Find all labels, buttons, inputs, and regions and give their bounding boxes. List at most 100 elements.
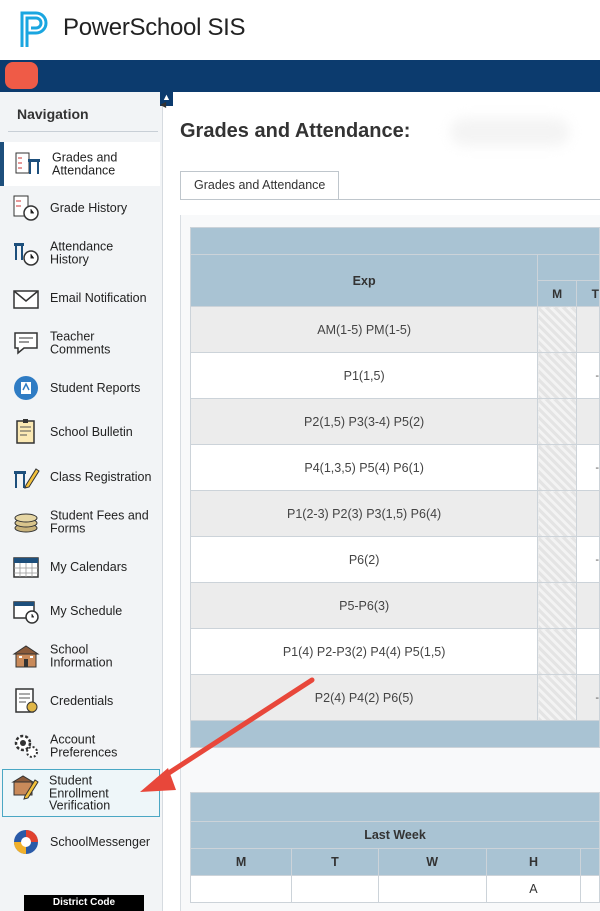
- nav-heading: Navigation: [17, 106, 89, 122]
- sidebar-item-school-information[interactable]: School Information: [2, 634, 158, 678]
- exp-cell[interactable]: P1(4) P2-P3(2) P4(4) P5(1,5): [189, 628, 539, 675]
- sidebar-item-label: My Schedule: [50, 603, 123, 618]
- sidebar-item-grades-attendance[interactable]: Grades and Attendance: [0, 142, 160, 186]
- preferences-icon: [14, 734, 38, 758]
- sidebar-item-label: My Calendars: [50, 559, 128, 574]
- attendance-table: Exp M T AM(1-5) PM(1-5) P1(1,5) - P2(1,5)…: [189, 227, 600, 748]
- exp-cell[interactable]: P1(1,5): [189, 352, 539, 399]
- t-cell: [576, 582, 600, 629]
- school-icon: [12, 645, 40, 668]
- exp-cell[interactable]: AM(1-5) PM(1-5): [189, 306, 539, 353]
- sidebar-item-label: Grade History: [50, 200, 128, 215]
- table-row: P2(4) P4(2) P6(5) -: [189, 674, 600, 721]
- sidebar-item-teacher-comments[interactable]: Teacher Comments: [2, 321, 158, 365]
- top-nav-bar: [0, 60, 600, 92]
- page-title: Grades and Attendance:: [180, 120, 411, 142]
- sidebar-item-label: Class Registration: [50, 469, 152, 484]
- sidebar-item-label: SchoolMessenger: [50, 834, 151, 849]
- exp-header: Exp: [189, 254, 539, 307]
- hatch-cell: [537, 444, 578, 491]
- reports-icon: [14, 376, 38, 400]
- sidebar-item-schoolmessenger[interactable]: SchoolMessenger: [2, 820, 158, 864]
- sidebar-item-attendance-history[interactable]: Attendance History: [2, 231, 158, 275]
- sidebar-item-label: Attendance History: [50, 239, 114, 266]
- sidebar-item-my-calendars[interactable]: My Calendars: [2, 545, 158, 589]
- sidebar-item-label: Email Notification: [50, 290, 147, 305]
- exp-cell[interactable]: P4(1,3,5) P5(4) P6(1): [189, 444, 539, 491]
- lw-day-header-m: M: [189, 848, 293, 876]
- district-code-label: District Code: [24, 895, 144, 911]
- redacted-student-name: [450, 118, 570, 146]
- enrollment-icon: [11, 775, 39, 800]
- t-cell: -: [576, 536, 600, 583]
- exp-cell[interactable]: P6(2): [189, 536, 539, 583]
- lw-cell-f[interactable]: [580, 875, 600, 903]
- collapse-arrow-icon[interactable]: ◀: [160, 100, 166, 109]
- sidebar-item-my-schedule[interactable]: My Schedule: [2, 589, 158, 633]
- sidebar-item-label: Student Fees and Forms: [50, 508, 149, 535]
- exp-cell[interactable]: P2(1,5) P3(3-4) P5(2): [189, 398, 539, 445]
- sidebar-item-label: Grades and Attendance: [52, 150, 118, 177]
- lw-cell-m[interactable]: [189, 875, 293, 903]
- table-row: P4(1,3,5) P5(4) P6(1) -: [189, 444, 600, 491]
- exp-cell[interactable]: P5-P6(3): [189, 582, 539, 629]
- tab-grades-attendance[interactable]: Grades and Attendance: [180, 171, 340, 200]
- day-header-m: M: [537, 280, 578, 307]
- lw-day-header-t: T: [291, 848, 379, 876]
- lw-day-header-h: H: [485, 848, 582, 876]
- sidebar-item-account-preferences[interactable]: Account Preferences: [2, 724, 158, 768]
- registration-icon: [14, 468, 40, 489]
- lw-cell-t[interactable]: [291, 875, 379, 903]
- sidebar-item-student-fees-forms[interactable]: Student Fees and Forms: [2, 500, 158, 544]
- t-cell: -: [576, 352, 600, 399]
- sidebar-item-label: Student Enrollment Verification: [49, 773, 111, 813]
- email-icon: [13, 290, 39, 309]
- t-cell: [576, 398, 600, 445]
- hatch-cell: [537, 582, 578, 629]
- calendar-icon: [13, 557, 39, 578]
- sidebar-item-credentials[interactable]: Credentials: [2, 679, 158, 723]
- credentials-icon: [15, 688, 38, 713]
- t-cell: [576, 490, 600, 537]
- day-header-t: T: [576, 280, 600, 307]
- sidebar-item-school-bulletin[interactable]: School Bulletin: [2, 410, 158, 454]
- sidebar-item-label: Teacher Comments: [50, 329, 111, 356]
- exp-cell[interactable]: P2(4) P4(2) P6(5): [189, 674, 539, 721]
- table-row: P1(1,5) -: [189, 352, 600, 399]
- t-cell: [576, 306, 600, 353]
- table-row: P1(2-3) P2(3) P3(1,5) P6(4): [189, 490, 600, 537]
- table-top-header: [190, 227, 600, 255]
- hatch-cell: [537, 306, 578, 353]
- grades-attendance-icon: [15, 152, 40, 174]
- sidebar-item-label: Credentials: [50, 693, 114, 708]
- lw-cell-h[interactable]: A: [485, 875, 582, 903]
- app-header: PowerSchool SIS: [0, 0, 600, 60]
- lw-day-header-w: W: [377, 848, 487, 876]
- menu-button[interactable]: [5, 62, 38, 89]
- lw-day-header-f: [580, 848, 600, 876]
- attendance-history-icon: [14, 243, 39, 266]
- sidebar-item-class-registration[interactable]: Class Registration: [2, 455, 158, 499]
- hatch-cell: [537, 352, 578, 399]
- sidebar-item-label: Student Reports: [50, 380, 141, 395]
- table-row: P1(4) P2-P3(2) P4(4) P5(1,5): [189, 628, 600, 675]
- hatch-cell: [537, 490, 578, 537]
- sidebar: Navigation Grades and Attendance Grade H…: [0, 92, 163, 911]
- lw-cell-w[interactable]: [377, 875, 487, 903]
- sidebar-item-label: School Bulletin: [50, 424, 133, 439]
- t-cell: -: [576, 444, 600, 491]
- exp-cell[interactable]: P1(2-3) P2(3) P3(1,5) P6(4): [189, 490, 539, 537]
- app-title: PowerSchool SIS: [63, 14, 246, 41]
- sidebar-item-grade-history[interactable]: Grade History: [2, 186, 158, 230]
- hatch-cell: [537, 398, 578, 445]
- sidebar-item-email-notification[interactable]: Email Notification: [2, 276, 158, 320]
- hatch-cell: [537, 536, 578, 583]
- sidebar-item-label: Account Preferences: [50, 732, 118, 759]
- hatch-cell: [537, 674, 578, 721]
- nav-divider: [8, 131, 158, 132]
- last-week-table: Last Week M T W H A: [189, 792, 600, 903]
- sidebar-item-student-enrollment-verification[interactable]: Student Enrollment Verification: [2, 769, 160, 817]
- powerschool-logo-icon[interactable]: [18, 9, 52, 49]
- sidebar-item-student-reports[interactable]: Student Reports: [2, 366, 158, 410]
- lastweek-top-header: [190, 792, 600, 822]
